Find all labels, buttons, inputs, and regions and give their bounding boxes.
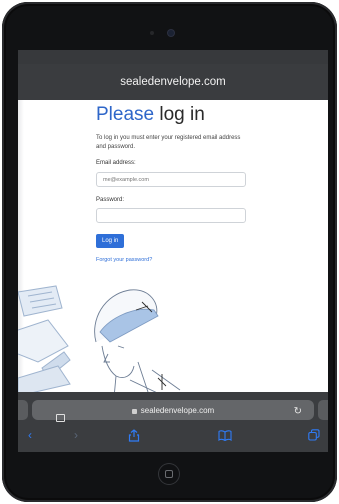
site-header-bar: sealedenvelope.com [18, 50, 328, 100]
address-url: sealedenvelope.com [140, 405, 215, 415]
front-camera [168, 30, 174, 36]
illustration [18, 285, 181, 398]
forward-icon[interactable]: › [74, 428, 78, 442]
home-button-square-icon [165, 470, 173, 478]
share-icon[interactable] [128, 429, 140, 442]
sensor-dot [150, 31, 154, 35]
password-label: Password: [96, 197, 125, 203]
title-accent: Please [96, 104, 155, 125]
right-tab-stub[interactable] [318, 400, 328, 420]
email-label: Email address: [96, 160, 136, 166]
eye-shape [117, 345, 125, 349]
lock-icon [131, 408, 137, 414]
email-field[interactable] [96, 172, 246, 187]
password-field[interactable] [96, 208, 246, 223]
home-button[interactable] [159, 464, 179, 484]
back-icon[interactable]: ‹ [28, 428, 32, 442]
ipad-device: sealedenvelope.com Please log in To log … [2, 2, 337, 502]
intro-text: To log in you must enter your registered… [96, 135, 241, 150]
tabs-icon[interactable] [56, 414, 65, 422]
title-rest: log in [154, 104, 205, 125]
status-bar [18, 50, 328, 64]
login-button[interactable]: Log in [96, 234, 125, 248]
page-title: Please log in [96, 104, 205, 126]
address-bar[interactable]: sealedenvelope.com ↻ [32, 400, 314, 422]
badge-cross-shape [157, 374, 167, 390]
bookmarks-icon[interactable] [218, 430, 232, 441]
screen: sealedenvelope.com Please log in To log … [18, 50, 328, 452]
safari-toolbar: sealedenvelope.com ↻ ‹ › [18, 392, 328, 452]
header-url: sealedenvelope.com [120, 76, 226, 88]
left-tab-stub[interactable] [18, 400, 28, 420]
paper-sheet-shape [18, 285, 63, 317]
reload-icon[interactable]: ↻ [294, 406, 302, 417]
tab-overview-icon[interactable] [308, 429, 320, 441]
